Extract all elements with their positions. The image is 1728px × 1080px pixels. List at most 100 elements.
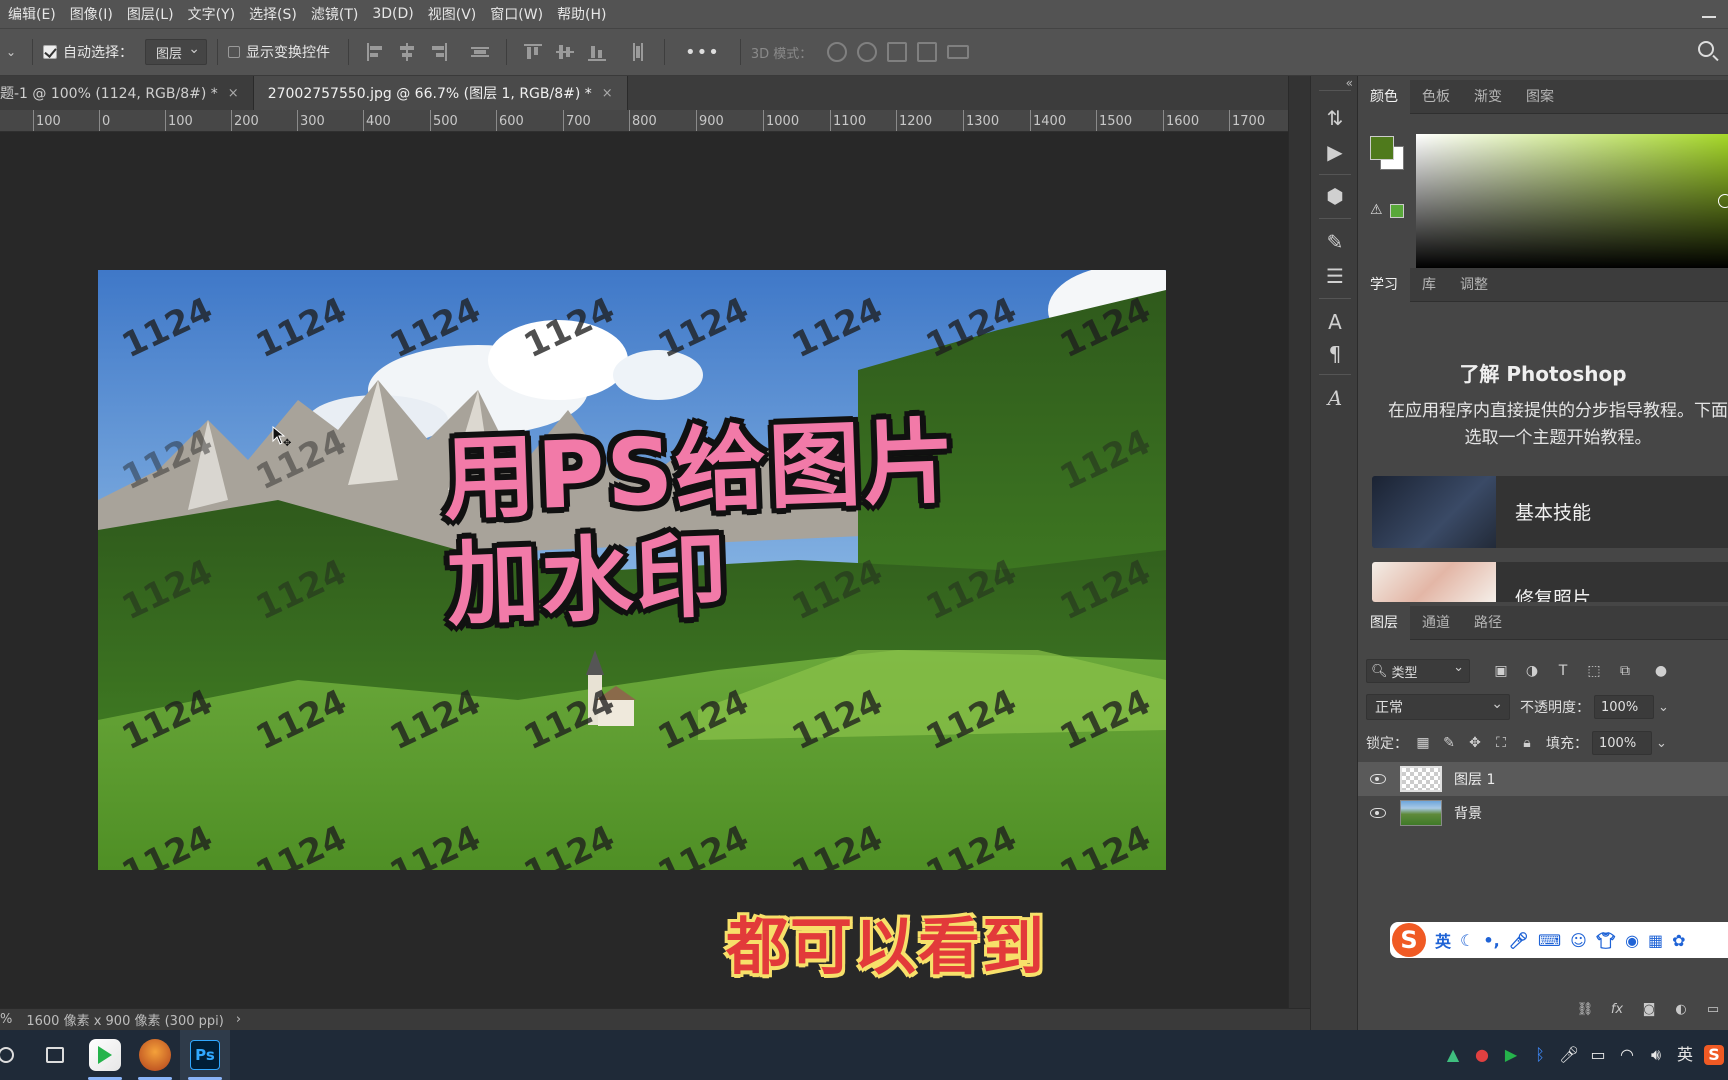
close-icon[interactable]: × [228,86,239,101]
filter-pixel-icon[interactable]: ▣ [1492,662,1510,680]
punctuation-icon[interactable]: •, [1483,931,1499,950]
fill-input[interactable]: 100% [1592,731,1652,755]
link-layers-icon[interactable]: ⛓ [1576,1002,1594,1018]
visibility-eye-icon[interactable] [1370,808,1386,818]
new-group-icon[interactable]: ▭ [1704,1002,1722,1018]
layer-row[interactable]: 图层 1 [1358,762,1728,796]
tab-libraries[interactable]: 库 [1410,268,1448,302]
tab-document-2[interactable]: 27002757550.jpg @ 66.7% (图层 1, RGB/8#) *… [253,76,628,110]
lock-artboard-icon[interactable]: ⛶ [1492,734,1510,752]
photoshop-app-icon[interactable]: Ps [180,1030,230,1080]
tab-adjustments[interactable]: 调整 [1448,268,1500,302]
lock-position-icon[interactable]: ✥ [1466,734,1484,752]
tray-app-icon[interactable]: ● [1472,1045,1492,1065]
learn-card-fix-photo[interactable]: 修复照片 [1372,562,1728,602]
ime-language-toggle[interactable]: 英 [1435,928,1451,952]
wifi-icon[interactable]: ◠ [1617,1045,1637,1065]
fx-icon[interactable]: fx [1608,1002,1626,1018]
search-icon[interactable] [1698,41,1714,57]
align-top-icon[interactable] [522,41,544,63]
menu-select[interactable]: 选择(S) [249,4,297,24]
menu-filter[interactable]: 滤镜(T) [311,4,358,24]
align-center-h-icon[interactable] [396,41,418,63]
layer-mask-icon[interactable]: ◙ [1640,1002,1658,1018]
tool-preset-chevron-icon[interactable]: ⌄ [0,45,22,59]
menu-image[interactable]: 图像(I) [70,4,113,24]
battery-icon[interactable]: ▭ [1588,1045,1608,1065]
3d-orbit-icon[interactable] [827,42,848,62]
paragraph-icon[interactable]: ¶ [1323,342,1347,366]
bluetooth-icon[interactable]: ᛒ [1530,1045,1550,1065]
learn-card-basic-skills[interactable]: 基本技能 [1372,476,1728,548]
foreground-color-swatch[interactable] [1370,136,1394,160]
toolbox-icon[interactable]: ▦ [1648,931,1663,950]
brush-settings-icon[interactable]: ✎ [1323,230,1347,254]
user-icon[interactable]: ☺ [1570,931,1587,950]
distribute-icon[interactable] [469,41,491,63]
distribute-v-icon[interactable] [627,41,649,63]
opacity-input[interactable]: 100% [1594,695,1654,719]
visibility-eye-icon[interactable] [1370,774,1386,784]
gamut-warning-icon[interactable]: ⚠ [1370,202,1383,218]
filter-shape-icon[interactable]: ⬚ [1585,662,1603,680]
microphone-icon[interactable]: 🎤︎ [1559,1045,1579,1065]
menu-window[interactable]: 窗口(W) [490,4,543,24]
lock-pixels-icon[interactable]: ✎ [1440,734,1458,752]
align-left-icon[interactable] [364,41,386,63]
auto-select-checkbox[interactable] [43,45,57,59]
search-circle-icon[interactable] [0,1030,30,1080]
volume-icon[interactable]: 🔊︎ [1646,1045,1666,1065]
game-app-icon[interactable] [130,1030,180,1080]
filter-toggle-icon[interactable]: ● [1652,662,1670,680]
settings-icon[interactable]: ✿ [1672,931,1685,950]
align-bottom-icon[interactable] [586,41,608,63]
layer-filter-select[interactable]: 🔍︎ 类型 [1366,659,1470,683]
skin-shirt-icon[interactable]: 👕︎ [1596,931,1616,950]
media-player-app-icon[interactable] [80,1030,130,1080]
tab-learn[interactable]: 学习 [1358,267,1410,302]
history-icon[interactable]: ⇅ [1323,106,1347,130]
actions-play-icon[interactable]: ▶ [1323,140,1347,164]
3d-panel-icon[interactable]: ⬢ [1323,184,1347,208]
tab-document-1[interactable]: 题-1 @ 100% (1124, RGB/8#) * × [0,76,254,110]
tab-layers[interactable]: 图层 [1358,605,1410,640]
menu-help[interactable]: 帮助(H) [557,4,606,24]
show-transform-checkbox[interactable] [228,46,240,58]
status-menu-arrow-icon[interactable]: › [236,1012,241,1027]
chevron-down-icon[interactable]: ⌄ [1656,736,1672,751]
microphone-icon[interactable]: 🎤︎ [1509,931,1529,950]
auto-select-target-select[interactable]: 图层 [145,39,207,65]
filter-type-icon[interactable]: T [1554,662,1572,680]
tab-gradients[interactable]: 渐变 [1462,80,1514,114]
sogou-tray-icon[interactable]: S [1704,1045,1724,1065]
moon-icon[interactable]: ☾ [1460,931,1474,950]
filter-adjustment-icon[interactable]: ◑ [1523,662,1541,680]
tab-paths[interactable]: 路径 [1462,606,1514,640]
lock-all-icon[interactable]: 🔒︎ [1518,734,1536,752]
tray-app-icon[interactable]: ▶ [1501,1045,1521,1065]
blend-mode-select[interactable]: 正常 [1366,694,1510,720]
vertical-scrollbar[interactable] [1288,76,1310,1008]
menu-type[interactable]: 文字(Y) [188,4,235,24]
task-view-icon[interactable] [30,1030,80,1080]
adjustment-layer-icon[interactable]: ◐ [1672,1002,1690,1018]
menu-layer[interactable]: 图层(L) [127,4,174,24]
menu-3d[interactable]: 3D(D) [372,6,413,22]
tray-app-icon[interactable]: ▲ [1443,1045,1463,1065]
align-right-icon[interactable] [428,41,450,63]
minimize-button[interactable] [1702,4,1716,18]
document-image[interactable]: 1124 1124 1124 1124 1124 1124 1124 1124 … [98,270,1166,870]
3d-slide-icon[interactable] [917,42,938,62]
keyboard-icon[interactable]: ⌨ [1538,931,1561,950]
gamut-swatch[interactable] [1390,204,1404,218]
close-icon[interactable]: × [602,86,613,101]
3d-roll-icon[interactable] [857,42,878,62]
tab-channels[interactable]: 通道 [1410,606,1462,640]
menu-edit[interactable]: 编辑(E) [8,4,56,24]
align-middle-v-icon[interactable] [554,41,576,63]
tab-patterns[interactable]: 图案 [1514,80,1566,114]
sogou-logo-icon[interactable]: S [1392,923,1426,957]
menu-view[interactable]: 视图(V) [428,4,477,24]
more-options-icon[interactable]: ••• [685,42,720,63]
chevron-down-icon[interactable]: ⌄ [1658,700,1674,715]
